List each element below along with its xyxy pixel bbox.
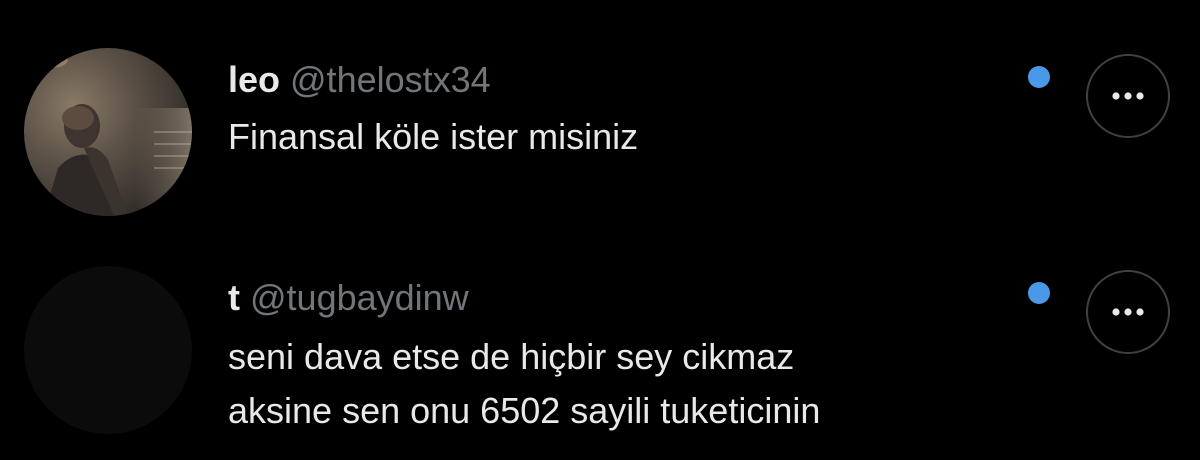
tweet[interactable]: leo @thelostx34 Finansal köle ister misin… (0, 0, 1200, 240)
avatar[interactable] (24, 48, 192, 216)
tweet-header: leo @thelostx34 (228, 58, 491, 102)
tweet-text-line: Finansal köle ister misiniz (228, 116, 639, 157)
unread-indicator-dot (1028, 282, 1050, 304)
user-handle[interactable]: @tugbaydinw (250, 277, 469, 318)
tweet-text: seni dava etse de hiçbir sey cikmaz aksi… (228, 330, 820, 438)
user-handle[interactable]: @thelostx34 (290, 59, 491, 100)
more-options-button[interactable] (1086, 270, 1170, 354)
tweet-text-line: seni dava etse de hiçbir sey cikmaz (228, 336, 795, 377)
display-name[interactable]: leo (228, 59, 280, 100)
tweet[interactable]: t @tugbaydinw seni dava etse de hiçbir se… (0, 240, 1200, 460)
more-options-button[interactable] (1086, 54, 1170, 138)
more-horizontal-icon (1112, 92, 1144, 100)
unread-indicator-dot (1028, 66, 1050, 88)
tweet-text: Finansal köle ister misiniz (228, 110, 638, 164)
tweet-header: t @tugbaydinw (228, 276, 469, 320)
tweet-text-line: aksine sen onu 6502 sayili tuketicinin (228, 390, 821, 431)
avatar-photo (24, 48, 192, 216)
more-horizontal-icon (1112, 308, 1144, 316)
display-name[interactable]: t (228, 277, 240, 318)
avatar[interactable] (24, 266, 192, 434)
